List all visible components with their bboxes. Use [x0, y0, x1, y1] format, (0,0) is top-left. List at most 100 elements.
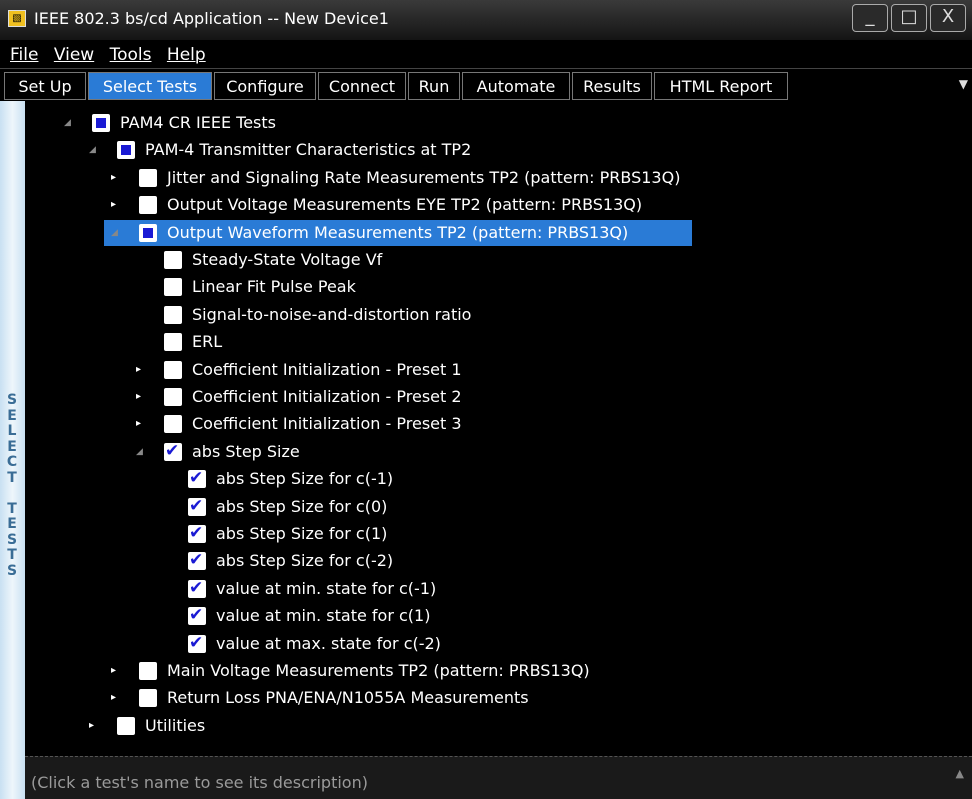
- test-checkbox[interactable]: [92, 114, 110, 132]
- test-label[interactable]: Main Voltage Measurements TP2 (pattern: …: [167, 658, 590, 684]
- menu-tools[interactable]: Tools: [110, 45, 152, 65]
- tree-row[interactable]: Linear Fit Pulse Peak: [25, 274, 972, 300]
- test-checkbox[interactable]: [164, 333, 182, 352]
- test-label[interactable]: Coefficient Initialization - Preset 2: [192, 384, 462, 410]
- tab-connect[interactable]: Connect: [318, 72, 406, 100]
- test-label[interactable]: value at min. state for c(1): [216, 603, 430, 629]
- test-checkbox[interactable]: [164, 360, 182, 379]
- test-label[interactable]: Coefficient Initialization - Preset 3: [192, 411, 462, 437]
- test-checkbox[interactable]: [164, 305, 182, 324]
- test-label[interactable]: Output Voltage Measurements EYE TP2 (pat…: [167, 192, 642, 218]
- test-label[interactable]: abs Step Size for c(-2): [216, 548, 393, 574]
- tree-row[interactable]: ◢ Output Waveform Measurements TP2 (patte…: [104, 219, 692, 246]
- test-label[interactable]: Jitter and Signaling Rate Measurements T…: [167, 165, 680, 191]
- test-checkbox[interactable]: [117, 716, 135, 735]
- tab-results[interactable]: Results: [572, 72, 652, 100]
- test-label[interactable]: abs Step Size: [192, 439, 300, 465]
- close-button[interactable]: X: [930, 4, 966, 32]
- sidebar-label: S E L E C T T E S T S: [6, 392, 18, 579]
- tree-row[interactable]: value at min. state for c(-1): [25, 576, 972, 602]
- tree-row[interactable]: Steady-State Voltage Vf: [25, 247, 972, 273]
- menu-view[interactable]: View: [54, 45, 94, 65]
- test-checkbox[interactable]: [188, 577, 206, 599]
- tree-row[interactable]: abs Step Size for c(-2): [25, 548, 972, 574]
- test-label[interactable]: Signal-to-noise-and-distortion ratio: [192, 302, 471, 328]
- test-checkbox[interactable]: [139, 689, 157, 708]
- test-checkbox[interactable]: [164, 440, 182, 462]
- test-label[interactable]: Return Loss PNA/ENA/N1055A Measurements: [167, 685, 529, 711]
- tree-row[interactable]: value at max. state for c(-2): [25, 631, 972, 657]
- collapsed-caret-icon[interactable]: ▸: [136, 411, 146, 437]
- test-checkbox[interactable]: [164, 278, 182, 297]
- expanded-caret-icon[interactable]: ◢: [111, 220, 121, 246]
- tab-select-tests[interactable]: Select Tests: [88, 72, 212, 100]
- collapsed-caret-icon[interactable]: ▸: [111, 165, 121, 191]
- test-label[interactable]: value at max. state for c(-2): [216, 631, 441, 657]
- collapsed-caret-icon[interactable]: ▸: [111, 658, 121, 684]
- expanded-caret-icon[interactable]: ◢: [89, 137, 99, 163]
- expanded-caret-icon[interactable]: ◢: [136, 439, 146, 465]
- tree-row[interactable]: ERL: [25, 329, 972, 355]
- test-label[interactable]: Steady-State Voltage Vf: [192, 247, 382, 273]
- test-label[interactable]: ERL: [192, 329, 222, 355]
- tree-row[interactable]: ▸ Jitter and Signaling Rate Measurements …: [25, 165, 972, 191]
- test-label[interactable]: Linear Fit Pulse Peak: [192, 274, 356, 300]
- tree-row[interactable]: value at min. state for c(1): [25, 603, 972, 629]
- test-checkbox[interactable]: [188, 604, 206, 626]
- test-label[interactable]: PAM4 CR IEEE Tests: [120, 110, 276, 136]
- test-label[interactable]: Utilities: [145, 713, 205, 739]
- tab-html-report[interactable]: HTML Report: [654, 72, 788, 100]
- tab-overflow-icon[interactable]: ▼: [959, 77, 968, 91]
- tree-row[interactable]: ▸ Coefficient Initialization - Preset 3: [25, 411, 972, 437]
- tree-row[interactable]: ◢ PAM4 CR IEEE Tests: [25, 110, 972, 136]
- tab-set-up[interactable]: Set Up: [4, 72, 86, 100]
- tree-row[interactable]: abs Step Size for c(-1): [25, 466, 972, 492]
- maximize-button[interactable]: □: [891, 4, 927, 32]
- test-checkbox[interactable]: [139, 196, 157, 215]
- tree-row[interactable]: abs Step Size for c(1): [25, 521, 972, 547]
- collapsed-caret-icon[interactable]: ▸: [111, 192, 121, 218]
- test-label[interactable]: abs Step Size for c(0): [216, 494, 387, 520]
- test-checkbox[interactable]: [188, 549, 206, 571]
- test-tree: ◢ PAM4 CR IEEE Tests ◢ PAM-4 Transmitter Ch…: [25, 101, 972, 756]
- test-label[interactable]: abs Step Size for c(1): [216, 521, 387, 547]
- test-label[interactable]: value at min. state for c(-1): [216, 576, 436, 602]
- test-checkbox[interactable]: [117, 141, 135, 160]
- tab-automate[interactable]: Automate: [462, 72, 570, 100]
- tree-row[interactable]: ◢ abs Step Size: [25, 439, 972, 465]
- tree-row[interactable]: ▸ Output Voltage Measurements EYE TP2 (pa…: [25, 192, 972, 218]
- tab-run[interactable]: Run: [408, 72, 460, 100]
- tree-row[interactable]: ▸ Utilities: [25, 713, 972, 739]
- collapsed-caret-icon[interactable]: ▸: [136, 384, 146, 410]
- test-checkbox[interactable]: [139, 662, 157, 680]
- expanded-caret-icon[interactable]: ◢: [64, 110, 74, 136]
- test-checkbox[interactable]: [164, 388, 182, 406]
- tree-row[interactable]: ▸ Main Voltage Measurements TP2 (pattern:…: [25, 658, 972, 684]
- test-label[interactable]: Output Waveform Measurements TP2 (patter…: [167, 220, 628, 246]
- collapsed-caret-icon[interactable]: ▸: [89, 713, 99, 739]
- menu-help[interactable]: Help: [167, 45, 206, 65]
- minimize-button[interactable]: _: [852, 4, 888, 32]
- test-checkbox[interactable]: [188, 632, 206, 654]
- tab-configure[interactable]: Configure: [214, 72, 316, 100]
- test-checkbox[interactable]: [139, 223, 157, 242]
- tree-row[interactable]: abs Step Size for c(0): [25, 494, 972, 520]
- collapsed-caret-icon[interactable]: ▸: [136, 357, 146, 383]
- tree-row[interactable]: ▸ Return Loss PNA/ENA/N1055A Measurements: [25, 685, 972, 711]
- test-checkbox[interactable]: [188, 522, 206, 544]
- test-label[interactable]: abs Step Size for c(-1): [216, 466, 393, 492]
- test-checkbox[interactable]: [139, 168, 157, 187]
- tree-row[interactable]: ◢ PAM-4 Transmitter Characteristics at TP…: [25, 137, 972, 163]
- test-checkbox[interactable]: [164, 251, 182, 269]
- scroll-up-icon[interactable]: ▲: [956, 767, 964, 780]
- test-checkbox[interactable]: [188, 495, 206, 517]
- menu-file[interactable]: File: [10, 45, 38, 65]
- collapsed-caret-icon[interactable]: ▸: [111, 685, 121, 711]
- test-label[interactable]: Coefficient Initialization - Preset 1: [192, 357, 462, 383]
- test-label[interactable]: PAM-4 Transmitter Characteristics at TP2: [145, 137, 471, 163]
- tree-row[interactable]: ▸ Coefficient Initialization - Preset 2: [25, 384, 972, 410]
- test-checkbox[interactable]: [188, 467, 206, 489]
- test-checkbox[interactable]: [164, 415, 182, 434]
- tree-row[interactable]: ▸ Coefficient Initialization - Preset 1: [25, 357, 972, 383]
- tree-row[interactable]: Signal-to-noise-and-distortion ratio: [25, 302, 972, 328]
